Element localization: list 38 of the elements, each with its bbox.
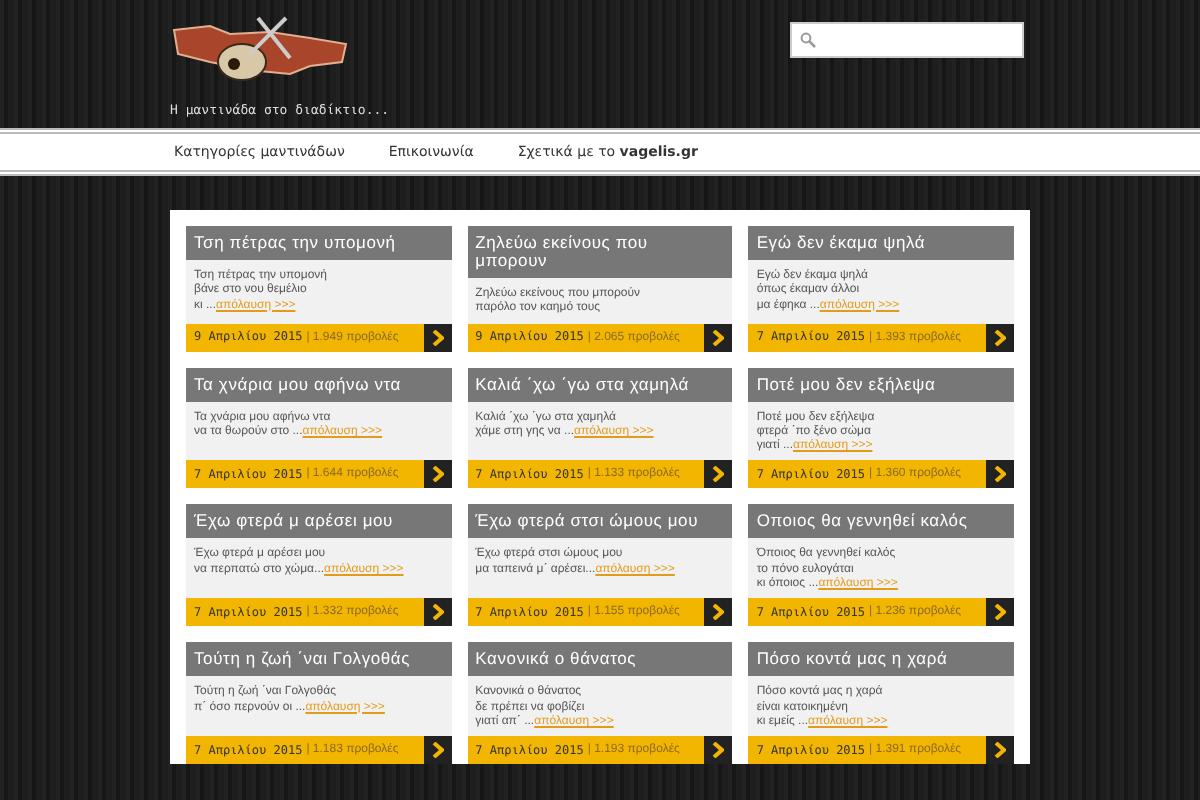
arrow-button[interactable] [986,460,1014,489]
arrow-button[interactable] [986,736,1014,765]
arrow-button[interactable] [986,598,1014,627]
post-title[interactable]: Οποιος θα γεννηθεί καλός [748,504,1014,539]
post-title[interactable]: Τση πέτρας την υπομονή [186,226,452,260]
chevron-icon [994,604,1006,621]
chevron-icon [712,604,725,621]
search-field[interactable] [790,22,1024,58]
post-title[interactable]: Πόσο κοντά μας η χαρά [748,642,1014,677]
post-title[interactable]: Έχω φτερά στσι ώμους μου [467,504,733,539]
post-title[interactable]: Εγώ δεν έκαμα ψηλά [748,226,1014,260]
arrow-button[interactable] [986,323,1014,352]
chevron-icon [431,604,444,621]
arrow-button[interactable] [423,323,452,352]
chevron-icon [712,742,725,759]
post-title[interactable]: Τα χνάρια μου αφήνω ντα [186,367,452,402]
post-title[interactable]: Ποτέ μου δεν εξήλεψα [748,367,1014,402]
chevron-icon [431,742,444,759]
chevron-icon [431,466,444,483]
arrow-button[interactable] [704,460,733,489]
post-title[interactable]: Καλιά ΄χω ΄γω στα χαμηλά [467,367,733,402]
chevron-icon [431,329,444,346]
arrow-button[interactable] [704,323,733,352]
chevron-icon [712,329,725,346]
arrow-button[interactable] [423,598,452,627]
chevron-icon [712,466,725,483]
post-title[interactable]: Κανονικά ο θάνατος [467,642,733,677]
arrow-button[interactable] [704,598,733,627]
chevron-icon [994,466,1006,483]
arrow-button[interactable] [423,736,452,765]
search-icon [800,32,816,48]
chevron-icon [994,742,1006,759]
post-title[interactable]: Τούτη η ζωή ΄ναι Γολγοθάς [186,642,452,677]
arrow-button[interactable] [423,460,452,489]
post-title[interactable]: Ζηλεύω εκείνους που μπορουν [467,226,733,278]
chevron-icon [994,329,1006,346]
post-title[interactable]: Έχω φτερά μ αρέσει μου [186,504,452,539]
arrow-button[interactable] [704,736,733,765]
